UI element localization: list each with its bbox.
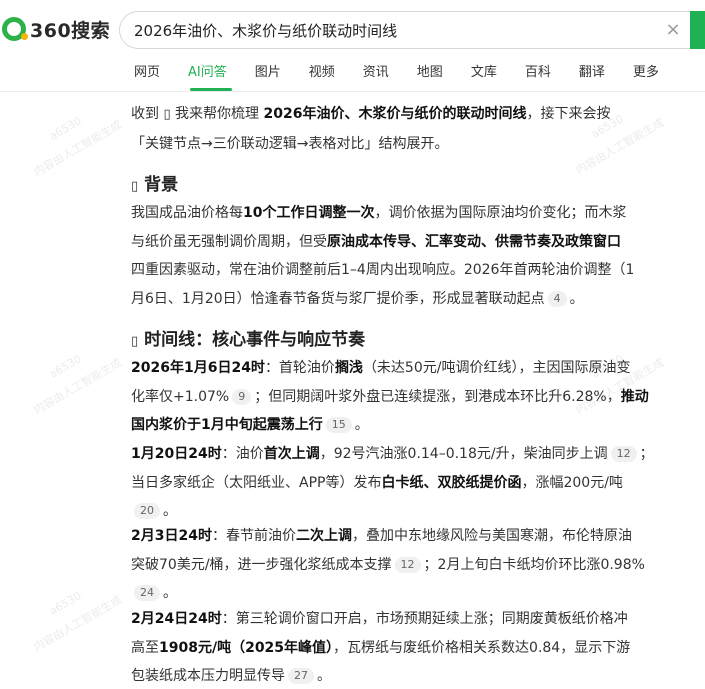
search-box: × [119, 11, 693, 49]
timeline-item: 2月3日24时：春节前油价二次上调，叠加中东地缘风险与美国寒潮，布伦特原油 突破… [131, 528, 645, 601]
watermark: a6530 [47, 352, 84, 381]
search-input[interactable] [134, 12, 654, 48]
timeline-item: 2月24日24时：第三轮调价窗口开启，市场预期延续上涨；同期废黄板纸价格冲 高至… [131, 611, 631, 684]
logo[interactable]: 360搜索 [2, 13, 110, 45]
citation-badge[interactable]: 27 [288, 668, 314, 684]
section-heading-timeline: ▯ 时间线：核心事件与响应节奏 [131, 330, 366, 350]
clear-icon[interactable]: × [661, 18, 685, 42]
watermark: 内容由人工智能生成 [31, 593, 124, 654]
tab-more[interactable]: 更多 [633, 62, 659, 86]
citation-badge[interactable]: 9 [232, 388, 252, 405]
watermark: a6530 [47, 114, 84, 143]
logo-text: 360搜索 [30, 19, 111, 42]
search-tabs: 网页 AI问答 图片 视频 资讯 地图 文库 百科 翻译 更多 [134, 62, 687, 86]
search-button[interactable] [690, 11, 705, 49]
tab-maps[interactable]: 地图 [417, 62, 443, 86]
watermark: 内容由人工智能生成 [31, 118, 124, 179]
doc-icon: ▯ [163, 107, 171, 122]
tab-web[interactable]: 网页 [134, 62, 160, 86]
background-paragraph: 我国成品油价格每10个工作日调整一次，调价依据为国际原油均价变化；而木浆 与纸价… [131, 205, 635, 307]
citation-badge[interactable]: 20 [134, 503, 160, 519]
section-icon: ▯ [131, 334, 139, 349]
watermark: 内容由人工智能生成 [31, 356, 124, 417]
tab-ai-qa[interactable]: AI问答 [188, 62, 227, 86]
timeline-item: 2026年1月6日24时：首轮油价搁浅（未达50元/吨调价红线），主因国际原油变… [131, 360, 649, 433]
tab-images[interactable]: 图片 [255, 62, 281, 86]
top-bar: 360搜索 × 网页 AI问答 图片 视频 资讯 地图 文库 百科 翻译 更多 [0, 0, 705, 92]
watermark: a6530 [47, 589, 84, 618]
intro-paragraph: 收到 ▯ 我来帮你梳理 2026年油价、木浆价与纸价的联动时间线，接下来会按 「… [131, 106, 611, 152]
citation-badge[interactable]: 12 [394, 556, 421, 573]
citation-badge[interactable]: 12 [610, 446, 637, 462]
tab-baike[interactable]: 百科 [525, 62, 551, 86]
logo-icon [2, 17, 28, 41]
citation-badge[interactable]: 24 [134, 585, 160, 601]
citation-badge[interactable]: 15 [325, 417, 352, 433]
tab-video[interactable]: 视频 [309, 62, 335, 86]
active-tab-indicator [190, 88, 232, 91]
section-icon: ▯ [131, 179, 139, 194]
tab-translate[interactable]: 翻译 [579, 62, 605, 86]
section-heading-background: ▯ 背景 [131, 175, 179, 195]
tab-library[interactable]: 文库 [471, 62, 497, 86]
timeline-item: 1月20日24时：油价首次上调，92号汽油涨0.14–0.18元/升，柴油同步上… [131, 446, 654, 519]
citation-badge[interactable]: 4 [547, 290, 567, 307]
ai-answer: a6530 内容由人工智能生成 a6530 内容由人工智能生成 a6530 内容… [0, 92, 705, 689]
tab-news[interactable]: 资讯 [363, 62, 389, 86]
